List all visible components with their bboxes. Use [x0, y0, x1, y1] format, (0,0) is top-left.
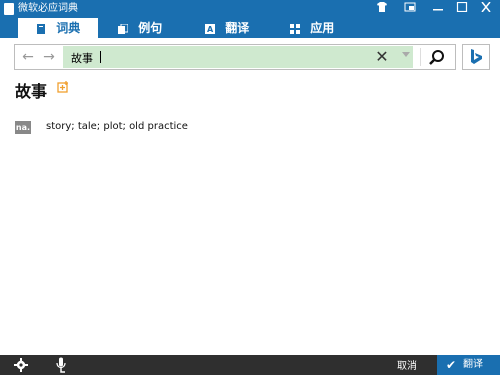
title-bar: 微软必应词典 — [0, 0, 500, 18]
dropdown-arrow-icon[interactable] — [402, 52, 410, 57]
add-to-wordbook-icon[interactable] — [57, 81, 69, 93]
search-input[interactable]: 故事 — [63, 46, 413, 68]
translate-label: 翻译 — [463, 359, 483, 370]
headword: 故事 — [15, 82, 48, 101]
tab-bar: 词典 例句 A 翻译 应用 — [0, 18, 500, 38]
minimize-button[interactable] — [428, 1, 448, 17]
forward-arrow-icon[interactable]: → — [41, 49, 57, 65]
definition-text: story; tale; plot; old practice — [46, 121, 188, 132]
gear-icon[interactable] — [14, 358, 28, 372]
tab-examples-label: 例句 — [138, 21, 163, 35]
cancel-button[interactable]: 取消 — [385, 357, 417, 372]
search-button[interactable] — [425, 48, 449, 66]
part-of-speech-badge: na. — [15, 121, 31, 134]
close-button[interactable] — [476, 1, 496, 17]
tab-apps[interactable]: 应用 — [290, 18, 360, 38]
tab-apps-label: 应用 — [310, 21, 335, 35]
search-box: ← → 故事 ✕ — [14, 44, 456, 70]
back-arrow-icon[interactable]: ← — [20, 49, 36, 65]
app-title: 微软必应词典 — [18, 3, 78, 14]
bottom-bar — [0, 355, 500, 375]
pages-icon — [118, 23, 128, 34]
search-row: ← → 故事 ✕ — [14, 44, 490, 70]
translate-button[interactable]: ✔ 翻译 — [437, 355, 500, 375]
apps-grid-icon — [290, 23, 300, 34]
voice-icon[interactable] — [55, 357, 69, 373]
mini-mode-icon[interactable] — [400, 1, 420, 17]
app-icon — [4, 3, 14, 15]
search-input-text: 故事 — [71, 52, 93, 65]
bing-icon — [471, 49, 482, 64]
maximize-button[interactable] — [452, 1, 472, 17]
tab-translate-label: 翻译 — [225, 21, 250, 35]
cancel-label: 取消 — [397, 361, 417, 372]
translate-icon: A — [205, 23, 215, 34]
text-caret — [100, 51, 101, 63]
tab-dictionary-label: 词典 — [56, 21, 81, 35]
tab-dictionary[interactable]: 词典 — [18, 18, 98, 38]
svg-text:A: A — [207, 25, 214, 34]
search-separator — [420, 48, 421, 66]
checkmark-icon: ✔ — [446, 358, 457, 372]
search-icon — [429, 50, 444, 65]
tab-translate[interactable]: A 翻译 — [205, 18, 275, 38]
tab-examples[interactable]: 例句 — [118, 18, 188, 38]
book-icon — [37, 23, 45, 34]
bing-button[interactable] — [462, 44, 490, 70]
skin-icon[interactable] — [372, 1, 392, 17]
clear-icon[interactable]: ✕ — [373, 48, 391, 66]
